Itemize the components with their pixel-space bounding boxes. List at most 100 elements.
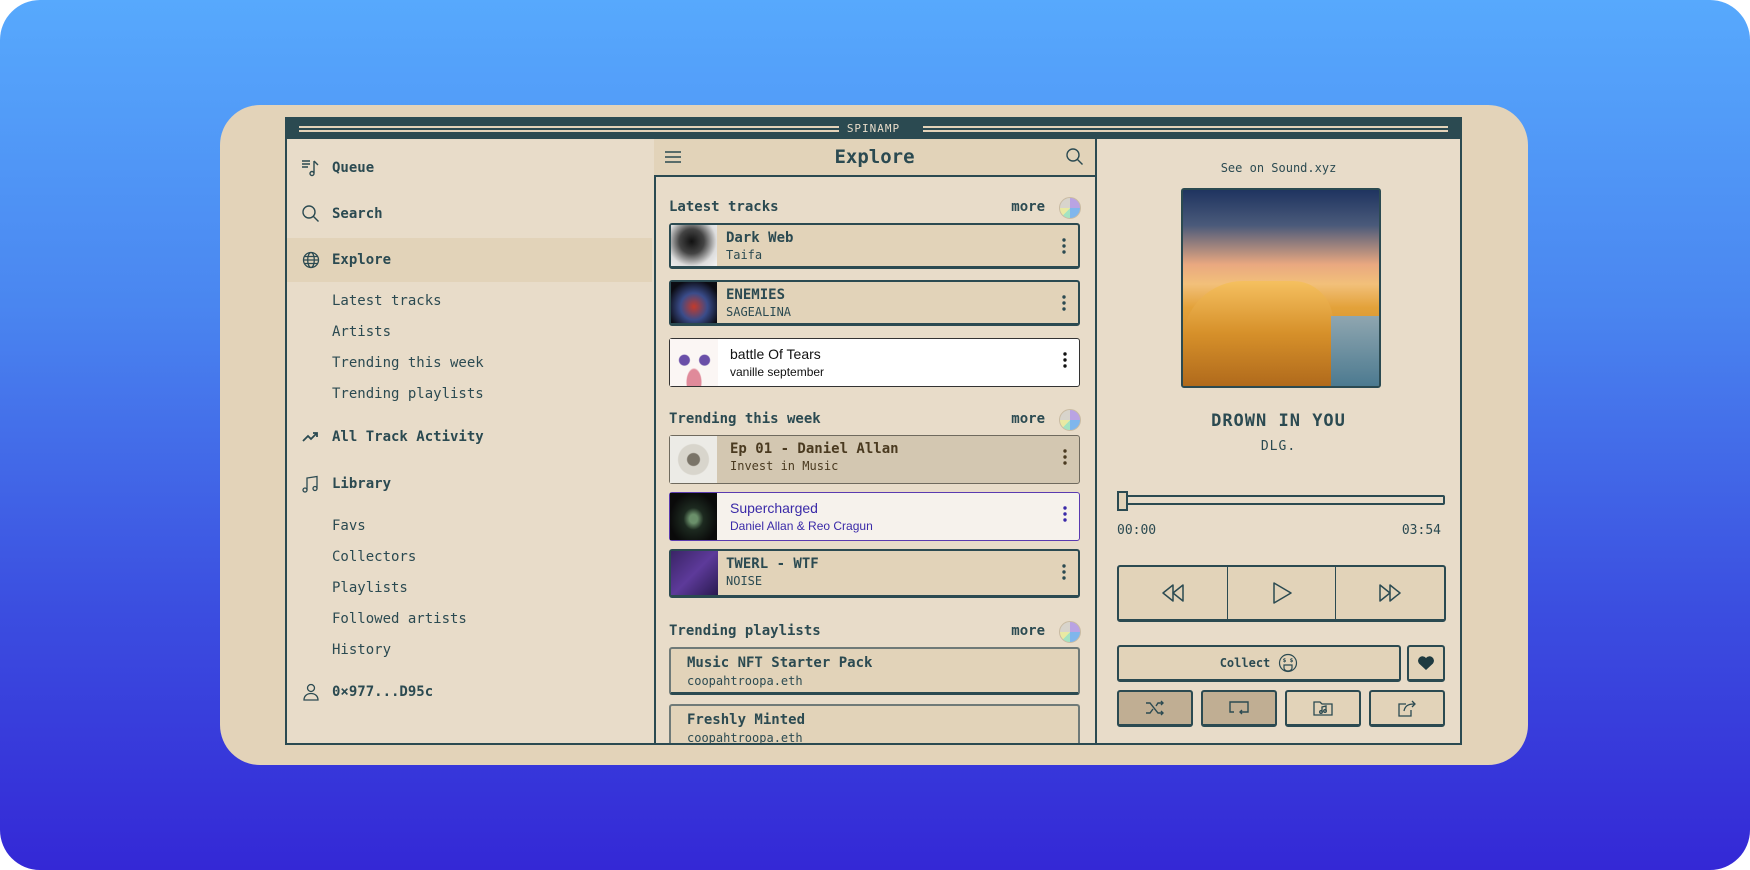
- track-artwork: [671, 551, 718, 595]
- collect-button[interactable]: Collect $ $: [1117, 645, 1401, 682]
- title-bar[interactable]: SPINAMP: [287, 119, 1460, 139]
- title-bar-decoration: [923, 126, 1448, 132]
- playlist-card[interactable]: Music NFT Starter Pack coopahtroopa.eth: [669, 647, 1080, 695]
- collect-label: Collect: [1219, 656, 1271, 670]
- sidebar-subitem-artists[interactable]: Artists: [332, 324, 391, 340]
- favorite-button[interactable]: [1407, 645, 1445, 682]
- track-artist: vanille september: [730, 365, 825, 379]
- track-title: Ep 01 - Daniel Allan: [730, 441, 899, 457]
- color-wheel-icon: [1059, 409, 1081, 431]
- track-artist: Daniel Allan & Reo Cragun: [730, 519, 873, 533]
- shuffle-button[interactable]: [1117, 690, 1193, 727]
- track-artwork: [671, 282, 717, 323]
- playlist-owner: coopahtroopa.eth: [687, 674, 803, 688]
- track-card[interactable]: Supercharged Daniel Allan & Reo Cragun: [669, 492, 1080, 541]
- play-button[interactable]: [1226, 567, 1336, 619]
- more-link-trending-week[interactable]: more: [1011, 411, 1045, 427]
- section-title-latest-tracks: Latest tracks: [669, 199, 779, 215]
- fast-forward-icon: [1378, 583, 1402, 603]
- more-options-icon[interactable]: [1062, 295, 1066, 311]
- progress-slider[interactable]: [1117, 491, 1445, 511]
- playlist-card[interactable]: Freshly Minted coopahtroopa.eth: [669, 704, 1080, 743]
- sidebar-subitem-latest-tracks[interactable]: Latest tracks: [332, 293, 442, 309]
- svg-text:$: $: [1283, 658, 1287, 664]
- playlist-title: Music NFT Starter Pack: [687, 655, 873, 671]
- repeat-icon: [1228, 700, 1250, 716]
- trending-icon: [301, 427, 321, 447]
- see-on-platform-link[interactable]: See on Sound.xyz: [1097, 161, 1460, 175]
- sidebar-item-explore[interactable]: Explore: [287, 238, 652, 282]
- sidebar-subitem-history[interactable]: History: [332, 642, 391, 658]
- transport-controls: [1117, 565, 1446, 622]
- search-icon[interactable]: [1065, 147, 1085, 167]
- track-artwork: [670, 493, 717, 540]
- add-to-playlist-button[interactable]: [1285, 690, 1361, 727]
- queue-icon: [301, 158, 321, 178]
- more-options-icon[interactable]: [1062, 238, 1066, 254]
- search-icon: [301, 204, 321, 224]
- sidebar-subitem-playlists[interactable]: Playlists: [332, 580, 408, 596]
- sidebar-item-label: Queue: [332, 160, 375, 176]
- page-title: Explore: [834, 146, 915, 168]
- sidebar-subitem-favs[interactable]: Favs: [332, 518, 366, 534]
- more-link-trending-playlists[interactable]: more: [1011, 623, 1045, 639]
- wallet-address: 0×977...D95c: [332, 684, 434, 700]
- more-options-icon[interactable]: [1062, 564, 1066, 580]
- music-note-icon: [301, 474, 321, 494]
- track-card[interactable]: Ep 01 - Daniel Allan Invest in Music: [669, 435, 1080, 484]
- sidebar-item-library[interactable]: Library: [287, 462, 652, 506]
- repeat-button[interactable]: [1201, 690, 1277, 727]
- sidebar-subitem-collectors[interactable]: Collectors: [332, 549, 416, 565]
- share-button[interactable]: [1369, 690, 1445, 727]
- app-window: SPINAMP Queue Search Explore Latest trac…: [285, 117, 1462, 745]
- more-link-latest-tracks[interactable]: more: [1011, 199, 1045, 215]
- section-title-trending-week: Trending this week: [669, 411, 821, 427]
- svg-text:$: $: [1290, 658, 1294, 664]
- playlist-title: Freshly Minted: [687, 712, 806, 728]
- share-icon: [1397, 699, 1417, 717]
- track-artwork: [670, 339, 718, 386]
- track-card[interactable]: TWERL - WTF NOISE: [669, 549, 1080, 598]
- track-artwork: [670, 436, 717, 483]
- track-title: battle Of Tears: [730, 346, 821, 362]
- track-artist: SAGEALINA: [726, 305, 792, 319]
- track-title: Dark Web: [726, 230, 794, 246]
- rewind-icon: [1161, 583, 1185, 603]
- track-artwork: [671, 225, 717, 266]
- playlist-owner: coopahtroopa.eth: [687, 731, 803, 743]
- track-card[interactable]: Dark Web Taifa: [669, 223, 1080, 269]
- sidebar-item-all-track-activity[interactable]: All Track Activity: [287, 415, 652, 459]
- elapsed-time: 00:00: [1117, 523, 1157, 538]
- track-title: ENEMIES: [726, 287, 786, 303]
- progress-thumb[interactable]: [1117, 491, 1128, 511]
- explore-panel: Explore Latest tracks more Dark Web Taif…: [654, 139, 1097, 743]
- play-icon: [1272, 582, 1292, 604]
- more-options-icon[interactable]: [1063, 352, 1067, 368]
- globe-icon: [301, 250, 321, 270]
- sidebar-subitem-trending-week[interactable]: Trending this week: [332, 355, 484, 371]
- sidebar-item-label: Library: [332, 476, 392, 492]
- sidebar-item-label: All Track Activity: [332, 429, 484, 445]
- track-card[interactable]: ENEMIES SAGEALINA: [669, 280, 1080, 326]
- sidebar-item-account[interactable]: 0×977...D95c: [287, 670, 652, 714]
- shuffle-icon: [1145, 700, 1165, 716]
- track-artist: Invest in Music: [730, 459, 839, 473]
- user-icon: [301, 682, 321, 702]
- sidebar-subitem-trending-playlists[interactable]: Trending playlists: [332, 386, 484, 402]
- sidebar-subitem-followed-artists[interactable]: Followed artists: [332, 611, 467, 627]
- more-options-icon[interactable]: [1063, 449, 1067, 465]
- music-folder-icon: [1313, 699, 1333, 717]
- track-title: TWERL - WTF: [726, 556, 819, 572]
- track-card[interactable]: battle Of Tears vanille september: [669, 338, 1080, 387]
- now-playing-panel: See on Sound.xyz DROWN IN YOU DLG. 00:00…: [1097, 139, 1460, 743]
- fast-forward-button[interactable]: [1335, 567, 1444, 619]
- more-options-icon[interactable]: [1063, 506, 1067, 522]
- sidebar-item-search[interactable]: Search: [287, 192, 652, 236]
- sidebar-item-queue[interactable]: Queue: [287, 146, 652, 190]
- desktop-background: SPINAMP Queue Search Explore Latest trac…: [0, 0, 1750, 870]
- track-artist: Taifa: [726, 248, 763, 262]
- rewind-button[interactable]: [1119, 567, 1227, 619]
- sidebar-item-label: Explore: [332, 252, 392, 268]
- sidebar: Queue Search Explore Latest tracks Artis…: [287, 139, 656, 743]
- explore-header: Explore: [654, 139, 1095, 177]
